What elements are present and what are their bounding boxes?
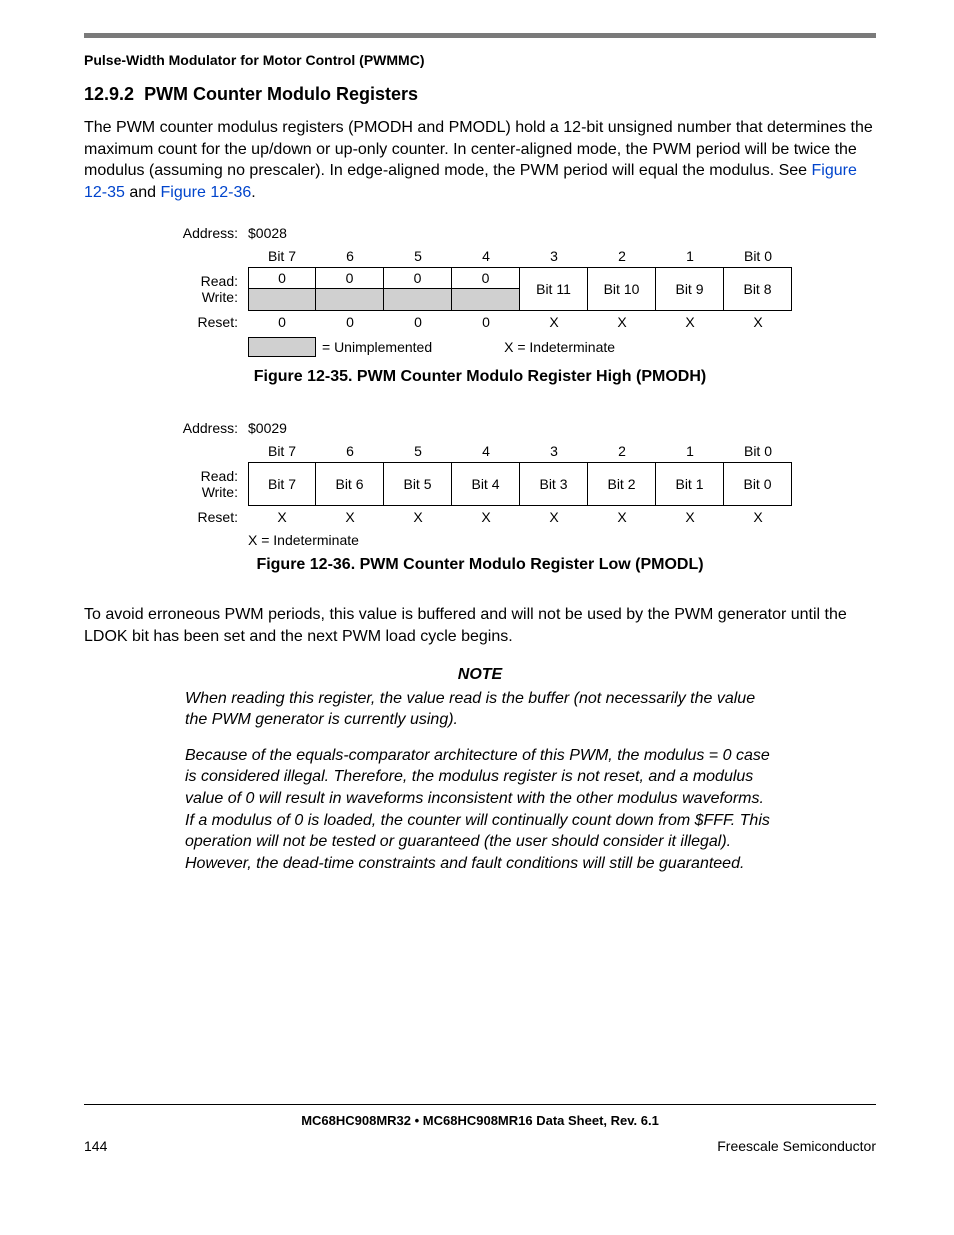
section-number: 12.9.2 <box>84 84 134 104</box>
bit-header: 2 <box>588 440 656 462</box>
reset-label: Reset: <box>168 311 248 333</box>
bit-cell: Bit 0 <box>724 462 792 506</box>
text: . <box>251 184 255 201</box>
reset-value: 0 <box>316 311 384 333</box>
body-paragraph: To avoid erroneous PWM periods, this val… <box>84 604 876 647</box>
bit-cell-unimp <box>316 289 384 311</box>
text: The PWM counter modulus registers (PMODH… <box>84 119 873 179</box>
footer: 144 Freescale Semiconductor <box>84 1138 876 1154</box>
bit-cell: Bit 5 <box>384 462 452 506</box>
footer-rule <box>84 1104 876 1105</box>
bit-header: 3 <box>520 440 588 462</box>
reset-value: 0 <box>452 311 520 333</box>
bit-cell: Bit 3 <box>520 462 588 506</box>
figure-caption: Figure 12-36. PWM Counter Modulo Registe… <box>84 556 876 574</box>
bit-cell-unimp <box>452 289 520 311</box>
bit-cell: Bit 11 <box>520 267 588 311</box>
bit-cell: Bit 6 <box>316 462 384 506</box>
bit-header: 5 <box>384 440 452 462</box>
bit-cell: Bit 4 <box>452 462 520 506</box>
legend-swatch <box>248 337 316 357</box>
bit-header: Bit 0 <box>724 245 792 267</box>
write-label: Write: <box>202 484 238 500</box>
register-diagram-pmodh: Address: $0028 Bit 7 6 5 4 3 2 1 Bit 0 R… <box>168 221 792 357</box>
section-title: PWM Counter Modulo Registers <box>144 84 418 104</box>
figure-12-35: Address: $0028 Bit 7 6 5 4 3 2 1 Bit 0 R… <box>84 221 876 386</box>
text: and <box>125 184 161 201</box>
reset-value: 0 <box>384 311 452 333</box>
legend-indeterminate: X = Indeterminate <box>248 532 792 548</box>
bit-header: Bit 0 <box>724 440 792 462</box>
bit-header: 4 <box>452 440 520 462</box>
bit-cell: Bit 9 <box>656 267 724 311</box>
legend-indeterminate: X = Indeterminate <box>504 339 615 355</box>
bit-cell: 0 <box>316 267 384 289</box>
bit-cell: 0 <box>452 267 520 289</box>
reset-value: X <box>316 506 384 528</box>
reset-value: X <box>520 311 588 333</box>
reset-value: X <box>724 506 792 528</box>
row-spacer <box>168 245 248 267</box>
top-rule <box>84 33 876 38</box>
bit-header: 2 <box>588 245 656 267</box>
address-label: Address: <box>168 416 248 440</box>
section-heading: 12.9.2 PWM Counter Modulo Registers <box>84 84 876 105</box>
bit-header: 3 <box>520 245 588 267</box>
footer-doc-title: MC68HC908MR32 • MC68HC908MR16 Data Sheet… <box>84 1113 876 1128</box>
bit-cell: Bit 2 <box>588 462 656 506</box>
reset-value: X <box>452 506 520 528</box>
legend: = Unimplemented X = Indeterminate <box>168 337 792 357</box>
note-heading: NOTE <box>84 666 876 684</box>
note-paragraph: Because of the equals-comparator archite… <box>185 745 775 875</box>
read-label: Read: <box>201 468 238 484</box>
intro-paragraph: The PWM counter modulus registers (PMODH… <box>84 117 876 203</box>
reset-value: X <box>248 506 316 528</box>
reset-value: X <box>384 506 452 528</box>
reset-value: X <box>520 506 588 528</box>
reset-value: X <box>656 506 724 528</box>
bit-cell: Bit 1 <box>656 462 724 506</box>
bit-cell: 0 <box>384 267 452 289</box>
row-spacer <box>168 440 248 462</box>
reset-value: X <box>588 311 656 333</box>
reset-value: 0 <box>248 311 316 333</box>
bit-cell: 0 <box>248 267 316 289</box>
bit-cell: Bit 10 <box>588 267 656 311</box>
address-label: Address: <box>168 221 248 245</box>
read-label: Read: <box>201 273 238 289</box>
reset-label: Reset: <box>168 506 248 528</box>
bit-header: 1 <box>656 440 724 462</box>
figure-caption: Figure 12-35. PWM Counter Modulo Registe… <box>84 368 876 386</box>
page-number: 144 <box>84 1138 107 1154</box>
bit-header: Bit 7 <box>248 245 316 267</box>
reset-value: X <box>588 506 656 528</box>
figure-12-36: Address: $0029 Bit 7 6 5 4 3 2 1 Bit 0 R… <box>84 416 876 574</box>
bit-header: Bit 7 <box>248 440 316 462</box>
figure-link-36[interactable]: Figure 12-36 <box>161 184 252 201</box>
register-diagram-pmodl: Address: $0029 Bit 7 6 5 4 3 2 1 Bit 0 R… <box>168 416 792 548</box>
note-paragraph: When reading this register, the value re… <box>185 688 775 731</box>
bit-header: 4 <box>452 245 520 267</box>
bit-header: 1 <box>656 245 724 267</box>
address-value: $0028 <box>248 221 316 245</box>
vendor-name: Freescale Semiconductor <box>717 1138 876 1154</box>
bit-cell: Bit 7 <box>248 462 316 506</box>
read-write-label: Read: Write: <box>168 267 248 311</box>
bit-cell-unimp <box>384 289 452 311</box>
write-label: Write: <box>202 289 238 305</box>
bit-header: 5 <box>384 245 452 267</box>
legend-unimplemented: = Unimplemented <box>322 339 432 355</box>
chapter-title: Pulse-Width Modulator for Motor Control … <box>84 52 876 68</box>
bit-header: 6 <box>316 440 384 462</box>
read-write-label: Read: Write: <box>168 462 248 506</box>
reset-value: X <box>724 311 792 333</box>
reset-value: X <box>656 311 724 333</box>
bit-cell: Bit 8 <box>724 267 792 311</box>
bit-header: 6 <box>316 245 384 267</box>
bit-cell-unimp <box>248 289 316 311</box>
page: Pulse-Width Modulator for Motor Control … <box>0 0 954 1235</box>
address-value: $0029 <box>248 416 316 440</box>
